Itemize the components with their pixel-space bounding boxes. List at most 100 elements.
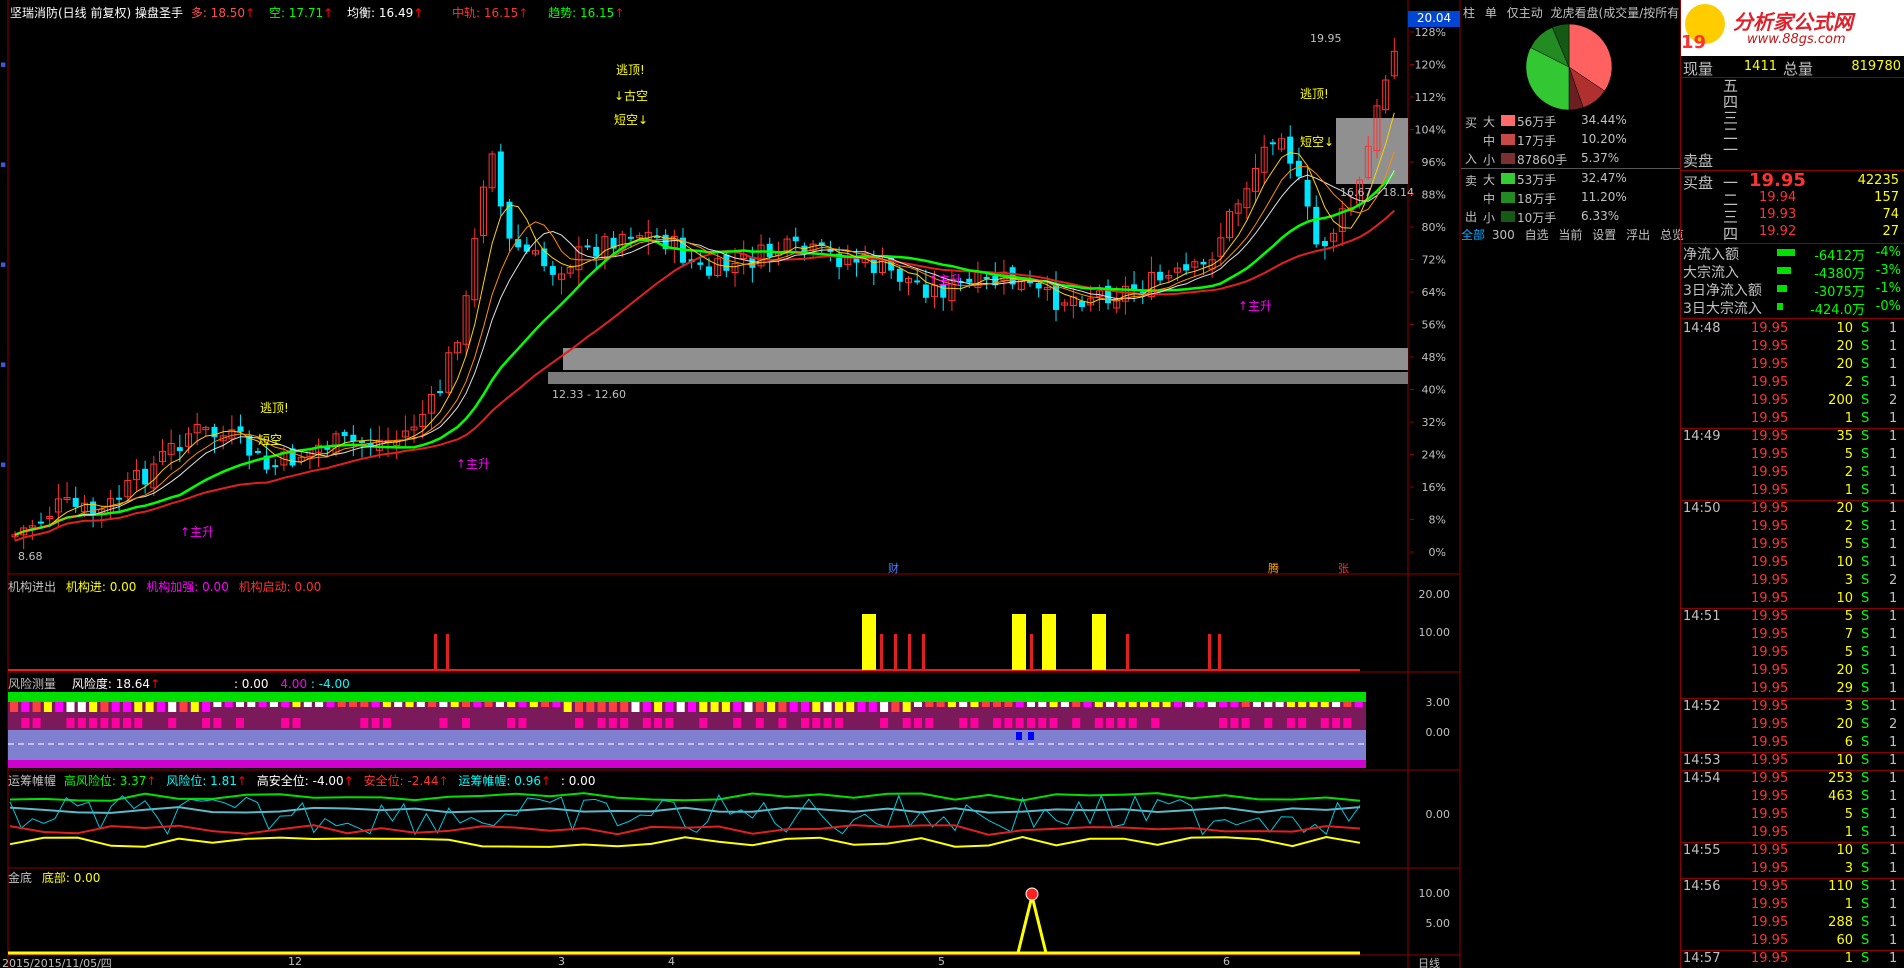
risk-tick <box>168 718 177 728</box>
risk-tick <box>631 702 640 712</box>
trade-row: 19.95 20 S 1 <box>1681 339 1904 357</box>
footer-zixuan[interactable]: 自选 <box>1525 228 1549 242</box>
buy-level-index: 四 <box>1723 225 1739 243</box>
flow-swatch <box>1501 211 1515 222</box>
risk-tick <box>1196 702 1205 707</box>
candle-body <box>1304 179 1311 207</box>
tab-zhu[interactable]: 柱 <box>1463 6 1475 20</box>
capital-flow-row: 净流入额 -6412万 -4% <box>1681 244 1904 264</box>
y-tick-label: 80% <box>1422 221 1446 234</box>
risk-tick <box>529 702 538 707</box>
trade-volume: 288 <box>1828 915 1853 930</box>
risk-tick <box>846 702 855 712</box>
side-tool-icon[interactable]: ▪ <box>0 460 8 470</box>
candle-body <box>72 497 79 507</box>
risk-tick <box>936 702 945 707</box>
period-label[interactable]: 日线 <box>1418 955 1440 968</box>
footer-fuchu[interactable]: 浮出 <box>1626 228 1650 242</box>
jigou-bar <box>1042 614 1056 670</box>
trade-volume: 1 <box>1844 825 1853 840</box>
risk-tick <box>981 702 990 707</box>
risk-tick <box>642 702 651 712</box>
zongliang-value: 819780 <box>1851 59 1901 74</box>
jindi-header: 金底 底部: 0.00 <box>8 869 100 886</box>
ma-lines <box>14 112 1396 542</box>
jindi-spike-marker <box>1025 887 1039 901</box>
y-tick-label: 48% <box>1422 351 1446 364</box>
candle-body <box>254 450 261 453</box>
month-12: 12 <box>288 955 302 968</box>
tick-trade-list[interactable]: 14:48 19.95 10 S 1 19.95 20 S 1 19.95 20… <box>1681 320 1904 968</box>
candle-body <box>792 236 799 242</box>
trade-side: S <box>1861 699 1870 714</box>
risk-tick <box>586 702 595 712</box>
buy-level-volume: 42235 <box>1857 173 1899 188</box>
jigou-title: 机构进出 <box>8 580 57 594</box>
risk-tick <box>123 718 131 728</box>
gaofengxian: 高风险位: 3.37 <box>63 774 147 788</box>
trade-volume: 10 <box>1836 591 1853 606</box>
chart-annotation: ↓古空 <box>614 88 648 103</box>
y-tick-label: 64% <box>1422 286 1446 299</box>
jindi-y-tick: 5.00 <box>1426 917 1451 930</box>
trade-side: S <box>1861 339 1870 354</box>
chart-annotation: 短空 <box>258 433 282 447</box>
tab-dan[interactable]: 单 <box>1485 6 1497 20</box>
footer-dangqian[interactable]: 当前 <box>1558 228 1582 242</box>
price-high-label: 19.95 <box>1310 32 1342 45</box>
tab-longhu[interactable]: 龙虎看盘(成交量/按所有) <box>1551 6 1684 20</box>
y-tick-label: 96% <box>1422 156 1446 169</box>
trade-side: S <box>1861 357 1870 372</box>
jigou-bar <box>1126 634 1129 670</box>
risk-tick <box>1094 702 1103 707</box>
risk-band-magenta <box>8 760 1366 768</box>
trade-count: 1 <box>1889 429 1898 444</box>
trade-volume: 1 <box>1844 951 1853 966</box>
logo-banner: 分析家公式网 www.88gs.com <box>1681 0 1904 56</box>
risk-tick <box>1264 718 1273 728</box>
y-tick-label: 32% <box>1422 416 1446 429</box>
risk-tick <box>620 718 629 728</box>
risk-tick <box>1094 718 1103 728</box>
trade-price: 19.95 <box>1751 933 1789 948</box>
risk-tick <box>744 702 753 712</box>
support-zone-lower <box>548 372 1408 384</box>
risk-tick <box>55 702 64 712</box>
maipan-label: 卖盘 <box>1683 152 1714 170</box>
trade-side: S <box>1861 627 1870 642</box>
trade-count: 1 <box>1889 483 1898 498</box>
risk-tick <box>495 702 504 707</box>
price-low-label: 8.68 <box>18 550 43 563</box>
tab-zhudong[interactable]: 仅主动 <box>1507 6 1543 20</box>
flow-row: 小 10万手 6.33% <box>1461 208 1681 226</box>
trade-row: 14:53 19.95 10 S 1 <box>1681 753 1904 771</box>
footer-300[interactable]: 300 <box>1492 228 1515 242</box>
footer-all[interactable]: 全部 <box>1461 228 1485 242</box>
flow-pct: 32.47% <box>1581 171 1627 185</box>
side-tool-icon[interactable]: ▪ <box>0 60 8 70</box>
jigou-bar <box>862 614 876 670</box>
trade-side: S <box>1861 681 1870 696</box>
risk-tick <box>868 702 877 712</box>
side-tool-icon[interactable]: ▪ <box>0 260 8 270</box>
capital-flow-row: 3日大宗流入 -424.0万 -0% <box>1681 298 1904 318</box>
risk-tick <box>247 702 256 707</box>
sell-level-4: 四 <box>1723 93 1739 111</box>
flow-label: 3日大宗流入 <box>1683 301 1762 317</box>
flow-pct: 5.37% <box>1581 151 1620 165</box>
side-tool-icon[interactable]: ▪ <box>0 160 8 170</box>
side-tool-icon[interactable]: ▪ <box>0 360 8 370</box>
risk-tick <box>552 702 561 707</box>
risk-tick <box>823 718 832 728</box>
chart-annotation: 逃顶! <box>260 401 289 415</box>
risk-tick <box>518 702 527 707</box>
risk-tick <box>462 702 470 707</box>
risk-tick <box>654 718 663 728</box>
risk-tick <box>1309 702 1318 707</box>
trade-volume: 10 <box>1836 753 1853 768</box>
trade-side: S <box>1861 609 1870 624</box>
trade-count: 1 <box>1889 447 1898 462</box>
flow-footer: 全部 300 自选 当前 设置 浮出 总览 <box>1461 226 1684 243</box>
footer-shezhi[interactable]: 设置 <box>1592 228 1616 242</box>
flow-amount: 17万手 <box>1517 134 1557 148</box>
